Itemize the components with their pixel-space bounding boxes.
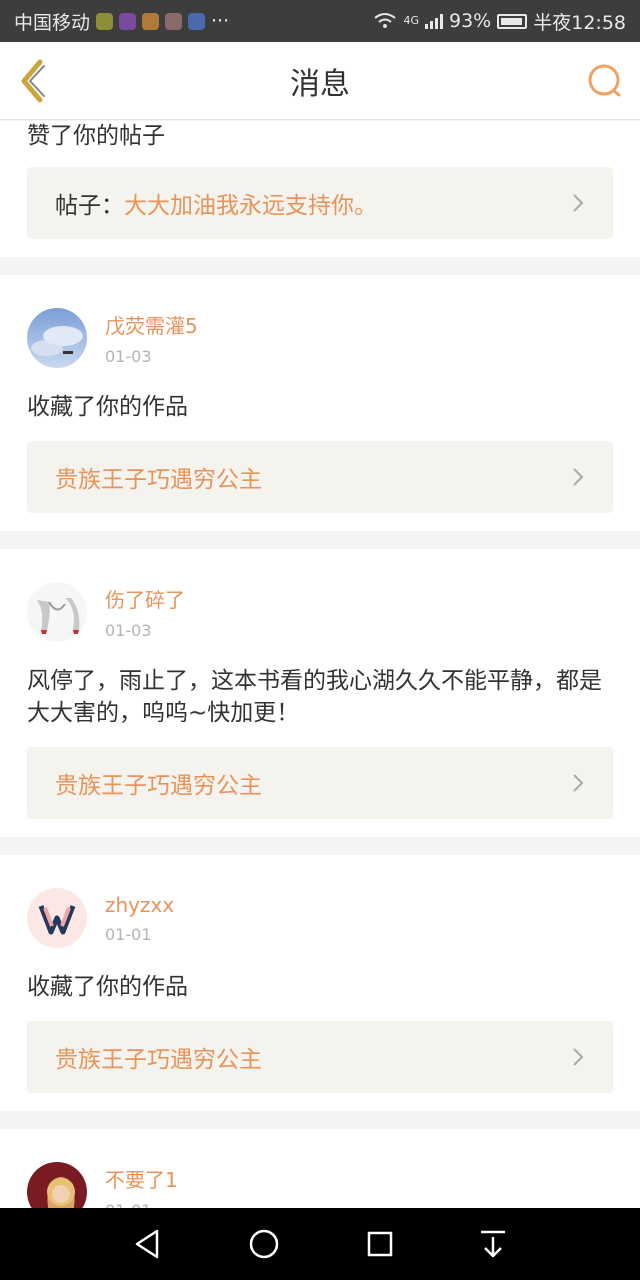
work-link-title: 贵族王子巧遇穷公主	[55, 467, 262, 493]
search-icon[interactable]	[586, 62, 624, 100]
message-card: 不要了1 01-01	[0, 1129, 640, 1208]
message-date: 01-03	[105, 347, 152, 366]
status-bar: 中国移动 ··· 4G 93% 半夜12:58	[0, 0, 640, 42]
work-link[interactable]: 贵族王子巧遇穷公主	[27, 747, 613, 819]
carrier-label: 中国移动	[14, 11, 91, 34]
message-date: 01-01	[105, 924, 152, 944]
app-notification-icon	[142, 12, 160, 30]
post-link-label: 帖子：	[55, 193, 124, 219]
work-link-title: 贵族王子巧遇穷公主	[55, 1047, 262, 1073]
message-date: 01-03	[105, 621, 152, 640]
app-notification-icon	[165, 12, 183, 30]
work-link-title: 贵族王子巧遇穷公主	[55, 773, 262, 799]
page-title: 消息	[290, 66, 350, 102]
clock: 半夜12:58	[533, 11, 626, 34]
chevron-right-icon	[573, 774, 584, 792]
username[interactable]: 戊荧需灌5	[105, 310, 198, 339]
signal-icon	[425, 13, 443, 29]
avatar[interactable]	[27, 1162, 87, 1208]
chevron-right-icon	[573, 468, 584, 486]
username[interactable]: zhyzxx	[105, 893, 174, 917]
nav-bar: 消息	[0, 42, 640, 120]
message-card: 赞了你的帖子 帖子： 大大加油我永远支持你。	[0, 121, 640, 257]
message-card: 伤了碎了 01-03 风停了，雨止了，这本书看的我心湖久久不能平静，都是大大害的…	[0, 549, 640, 837]
message-action: 收藏了你的作品	[27, 974, 188, 1000]
wifi-icon	[374, 13, 397, 28]
recents-square-icon[interactable]	[366, 1230, 394, 1258]
work-link[interactable]: 贵族王子巧遇穷公主	[27, 441, 613, 513]
message-feed[interactable]: 赞了你的帖子 帖子： 大大加油我永远支持你。 戊荧需灌5 01-03 收藏了你的…	[0, 121, 640, 1208]
username[interactable]: 伤了碎了	[105, 584, 185, 613]
app-notification-icon	[188, 12, 206, 30]
battery-icon	[497, 13, 528, 29]
message-action: 风停了，雨止了，这本书看的我心湖久久不能平静，都是大大害的，呜呜~快加更！	[27, 668, 602, 726]
message-date: 01-01	[105, 1201, 178, 1208]
message-action: 赞了你的帖子	[27, 123, 165, 149]
chevron-right-icon	[573, 1048, 584, 1066]
avatar[interactable]	[27, 582, 87, 642]
chevron-right-icon	[573, 194, 584, 212]
more-notifications: ···	[211, 10, 230, 32]
home-circle-icon[interactable]	[248, 1228, 280, 1260]
post-link-title: 大大加油我永远支持你。	[124, 193, 377, 219]
chevron-left-icon[interactable]	[14, 56, 54, 106]
app-notification-icon	[119, 12, 137, 30]
pull-down-icon[interactable]	[479, 1228, 507, 1260]
avatar[interactable]	[27, 888, 87, 948]
app-notification-icon	[96, 12, 114, 30]
avatar[interactable]	[27, 308, 87, 368]
message-card: zhyzxx 01-01 收藏了你的作品 贵族王子巧遇穷公主	[0, 855, 640, 1111]
work-link[interactable]: 贵族王子巧遇穷公主	[27, 1021, 613, 1093]
system-nav-bar	[0, 1208, 640, 1280]
network-type: 4G	[403, 13, 419, 27]
back-triangle-icon[interactable]	[133, 1228, 163, 1260]
message-action: 收藏了你的作品	[27, 394, 188, 420]
username[interactable]: 不要了1	[105, 1164, 178, 1193]
message-card: 戊荧需灌5 01-03 收藏了你的作品 贵族王子巧遇穷公主	[0, 275, 640, 531]
battery-percent: 93%	[449, 10, 492, 32]
post-link[interactable]: 帖子： 大大加油我永远支持你。	[27, 167, 613, 239]
